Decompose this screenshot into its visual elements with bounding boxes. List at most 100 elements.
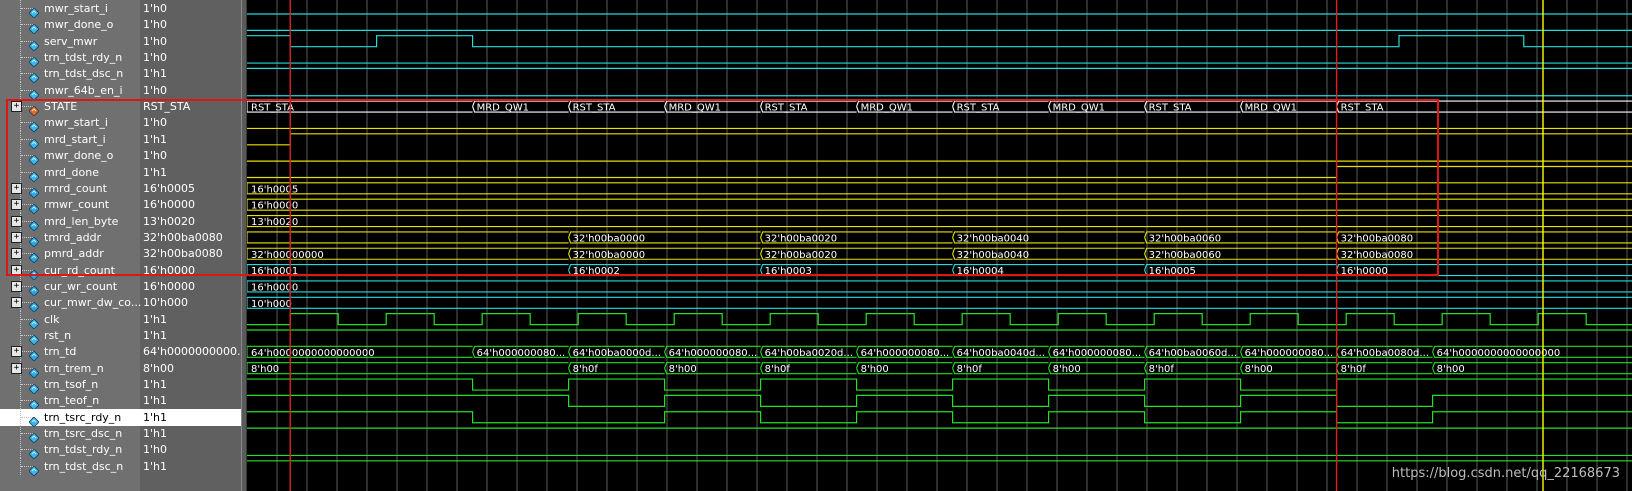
signal-name-cell[interactable]: + cur_mwr_dw_co... bbox=[0, 294, 141, 313]
bus-signal-icon bbox=[28, 199, 40, 215]
expand-toggle-icon[interactable]: + bbox=[11, 280, 22, 292]
signal-name: mrd_len_byte bbox=[44, 214, 119, 228]
signal-row[interactable]: + trn_trem_n 8'h00 bbox=[0, 359, 241, 379]
signal-name-cell[interactable]: trn_tdst_rdy_n bbox=[0, 441, 140, 461]
signal-name-cell[interactable]: trn_tdst_rdy_n bbox=[0, 49, 140, 68]
signal-name-cell[interactable]: trn_teof_n bbox=[0, 392, 140, 411]
signal-row[interactable]: mwr_start_i 1'h0 bbox=[0, 114, 241, 134]
bus-value-label: 8'h00 bbox=[861, 364, 889, 375]
signal-row[interactable]: trn_tdst_dsc_n 1'h1 bbox=[0, 457, 241, 477]
expand-toggle-icon[interactable]: + bbox=[11, 199, 22, 211]
waveform-viewer: mwr_start_i 1'h0 mwr_done_o 1'h0 serv_mwr 1'h… bbox=[0, 0, 1632, 491]
bus-segment: 8'h00 bbox=[1240, 362, 1337, 375]
signal-name-cell[interactable]: trn_tsof_n bbox=[0, 376, 140, 395]
signal-row[interactable]: serv_mwr 1'h0 bbox=[0, 32, 241, 52]
waveform-canvas[interactable]: RST_STA MRD_QW1 RST_STA MRD_QW1 RST_STA MRD_Q… bbox=[247, 0, 1632, 491]
wire-signal-icon bbox=[28, 330, 40, 346]
signal-row[interactable]: mwr_done_o 1'h0 bbox=[0, 147, 241, 166]
signal-waveform bbox=[247, 133, 1632, 146]
signal-name-cell[interactable]: + rmwr_count bbox=[0, 196, 140, 215]
signal-name-cell[interactable]: + pmrd_addr bbox=[0, 245, 140, 264]
signal-row[interactable]: + tmrd_addr 32'h00ba0080 bbox=[0, 228, 241, 248]
signal-row[interactable]: + STATE RST_STA bbox=[0, 98, 241, 117]
wire-signal-icon bbox=[28, 36, 40, 52]
bus-value-label: 8'h00 bbox=[1053, 364, 1081, 375]
signal-row[interactable]: + trn_td 64'h0000000000... bbox=[0, 343, 241, 362]
signal-row[interactable]: + pmrd_addr 32'h00ba0080 bbox=[0, 245, 241, 264]
bus-value-label: 64'h000000080... bbox=[669, 348, 758, 359]
bus-segment: 8'h0f bbox=[760, 362, 857, 375]
expand-toggle-icon[interactable]: + bbox=[11, 297, 22, 309]
signal-row[interactable]: rst_n 1'h1 bbox=[0, 327, 241, 346]
signal-name-cell[interactable]: mrd_start_i bbox=[0, 130, 140, 150]
signal-name-cell[interactable]: + trn_td bbox=[0, 343, 140, 362]
bus-value-label: 16'h0005 bbox=[251, 184, 298, 195]
bus-value-label: 16'h0001 bbox=[251, 266, 298, 277]
signal-name-cell[interactable]: mwr_done_o bbox=[0, 16, 140, 35]
signal-name-cell[interactable]: mrd_done bbox=[0, 163, 140, 183]
expand-toggle-icon[interactable]: + bbox=[11, 362, 22, 374]
signal-row[interactable]: mrd_done 1'h1 bbox=[0, 163, 241, 183]
signal-row[interactable]: trn_tsrc_dsc_n 1'h1 bbox=[0, 425, 241, 444]
expand-toggle-icon[interactable]: + bbox=[11, 231, 22, 243]
signal-row[interactable]: trn_tdst_dsc_n 1'h1 bbox=[0, 65, 241, 84]
signal-value: 8'h00 bbox=[143, 361, 174, 375]
signal-row[interactable]: trn_tdst_rdy_n 1'h0 bbox=[0, 441, 241, 461]
signal-row[interactable]: + cur_rd_count 16'h0000 bbox=[0, 261, 241, 281]
signal-row[interactable]: + cur_wr_count 16'h0000 bbox=[0, 277, 241, 297]
signal-name-cell[interactable]: + STATE bbox=[0, 98, 140, 117]
signal-name-cell[interactable]: mwr_done_o bbox=[0, 147, 140, 166]
state-signal-icon bbox=[28, 101, 40, 117]
signal-name-cell[interactable]: mwr_64b_en_i bbox=[0, 81, 140, 101]
signal-name: mwr_start_i bbox=[44, 2, 108, 15]
signal-row[interactable]: mwr_64b_en_i 1'h0 bbox=[0, 81, 241, 101]
signal-waveform bbox=[247, 165, 1632, 179]
signal-name: trn_tsrc_dsc_n bbox=[44, 427, 123, 441]
bus-value-label: 64'h00ba0020d... bbox=[765, 348, 853, 359]
bus-segment: 16'h0000 bbox=[1336, 264, 1632, 277]
bus-value-label: MRD_QW1 bbox=[477, 103, 529, 114]
bus-value-label: 32'h00000000 bbox=[251, 250, 324, 261]
wire-signal-icon bbox=[28, 461, 40, 477]
expand-toggle-icon[interactable]: + bbox=[11, 182, 22, 194]
signal-name-cell[interactable]: + mrd_len_byte bbox=[0, 212, 140, 232]
signal-name-cell[interactable]: + cur_rd_count bbox=[0, 261, 140, 281]
signal-row[interactable]: + rmwr_count 16'h0000 bbox=[0, 196, 241, 215]
signal-row[interactable]: mwr_done_o 1'h0 bbox=[0, 16, 241, 35]
signal-name-cell[interactable]: trn_tsrc_dsc_n bbox=[0, 425, 140, 444]
expand-toggle-icon[interactable]: + bbox=[11, 264, 22, 276]
wire-signal-icon bbox=[28, 444, 40, 461]
signal-row[interactable]: mwr_start_i 1'h0 bbox=[0, 0, 241, 19]
signal-name-cell[interactable]: + tmrd_addr bbox=[0, 228, 140, 248]
bus-value-label: 16'h0003 bbox=[765, 266, 812, 277]
signal-name-cell[interactable]: mwr_start_i bbox=[0, 0, 140, 19]
expand-toggle-icon[interactable]: + bbox=[11, 248, 22, 260]
signal-name-cell[interactable]: trn_tdst_dsc_n bbox=[0, 65, 140, 84]
signal-row[interactable]: trn_tdst_rdy_n 1'h0 bbox=[0, 49, 241, 68]
bus-segment: 8'h00 bbox=[247, 362, 569, 375]
signal-name-cell[interactable]: trn_tsrc_rdy_n bbox=[0, 408, 140, 428]
expand-toggle-icon[interactable]: + bbox=[11, 101, 22, 113]
signal-row[interactable]: + cur_mwr_dw_co... 10'h000 bbox=[0, 294, 241, 313]
signal-name-cell[interactable]: serv_mwr bbox=[0, 32, 140, 52]
bus-value-label: 8'h00 bbox=[1437, 364, 1465, 375]
signal-name-cell[interactable]: mwr_start_i bbox=[0, 114, 140, 134]
signal-name-cell[interactable]: rst_n bbox=[0, 327, 140, 346]
expand-toggle-icon[interactable]: + bbox=[11, 215, 22, 227]
signal-name-cell[interactable]: + trn_trem_n bbox=[0, 359, 140, 379]
signal-name-cell[interactable]: clk bbox=[0, 310, 140, 330]
signal-row[interactable]: trn_tsrc_rdy_n 1'h1 bbox=[0, 408, 241, 428]
wire-signal-icon bbox=[28, 117, 40, 134]
signal-row[interactable]: + mrd_len_byte 13'h0020 bbox=[0, 212, 241, 232]
bus-value-label: 64'h0000000000000000 bbox=[1437, 348, 1561, 359]
signal-row[interactable]: mrd_start_i 1'h1 bbox=[0, 130, 241, 150]
expand-toggle-icon[interactable]: + bbox=[11, 346, 22, 358]
signal-name-cell[interactable]: + cur_wr_count bbox=[0, 277, 140, 297]
signal-name-cell[interactable]: trn_tdst_dsc_n bbox=[0, 457, 140, 477]
signal-row[interactable]: clk 1'h1 bbox=[0, 310, 241, 330]
signal-row[interactable]: trn_tsof_n 1'h1 bbox=[0, 376, 241, 395]
signal-name-cell[interactable]: + rmrd_count bbox=[0, 179, 140, 199]
signal-row[interactable]: trn_teof_n 1'h1 bbox=[0, 392, 241, 411]
signal-row[interactable]: + rmrd_count 16'h0005 bbox=[0, 179, 241, 199]
bus-signal-icon bbox=[28, 297, 40, 313]
